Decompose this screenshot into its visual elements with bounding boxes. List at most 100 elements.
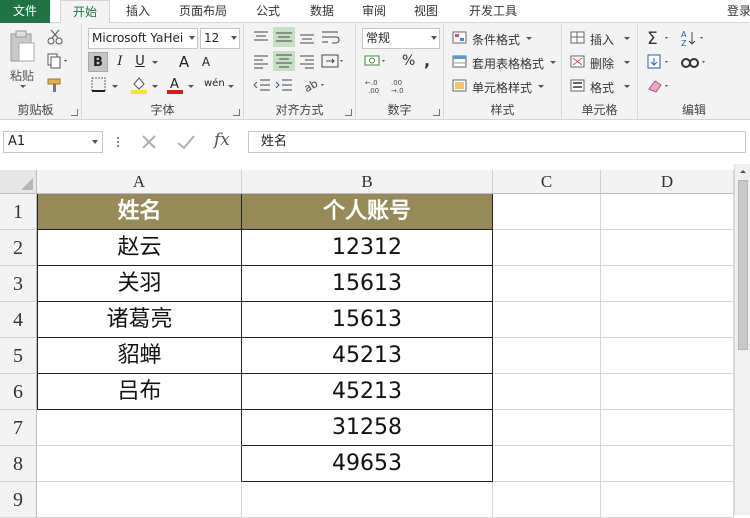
cell-a2[interactable]: 赵云 <box>37 230 242 266</box>
clear-icon[interactable] <box>646 77 674 95</box>
number-format-select[interactable]: 常规 <box>362 28 440 49</box>
cell-c7[interactable] <box>493 410 601 446</box>
paste-dropdown-icon[interactable] <box>20 85 26 88</box>
cell-a5[interactable]: 貂蝉 <box>37 338 242 374</box>
underline-button[interactable]: U <box>130 52 150 72</box>
paste-label[interactable]: 粘贴 <box>10 67 34 84</box>
cell-c3[interactable] <box>493 266 601 302</box>
percent-button[interactable]: % <box>402 53 415 69</box>
name-box[interactable]: A1 <box>3 131 103 153</box>
shrink-font-button[interactable]: A <box>196 52 216 72</box>
format-as-table-button[interactable]: 套用表格格式 <box>472 55 544 72</box>
orientation-icon[interactable]: ab <box>302 76 326 94</box>
find-select-icon[interactable] <box>680 53 710 71</box>
cell-styles-dropdown-icon[interactable] <box>538 85 544 88</box>
format-painter-icon[interactable] <box>46 77 64 93</box>
merge-center-icon[interactable] <box>320 53 344 69</box>
font-name-select[interactable]: Microsoft YaHei <box>88 28 198 49</box>
clipboard-launcher-icon[interactable] <box>71 109 78 116</box>
cell-d2[interactable] <box>601 230 734 266</box>
column-header-b[interactable]: B <box>242 170 493 194</box>
bold-button[interactable]: B <box>88 52 108 72</box>
insert-cells-dropdown-icon[interactable] <box>624 37 630 40</box>
more-options-icon[interactable] <box>114 134 122 150</box>
delete-cells-dropdown-icon[interactable] <box>624 61 630 64</box>
border-dropdown-icon[interactable] <box>112 85 118 88</box>
increase-indent-icon[interactable] <box>274 77 294 93</box>
select-all-button[interactable] <box>0 170 37 194</box>
cell-b1[interactable]: 个人账号 <box>242 194 493 230</box>
decrease-indent-icon[interactable] <box>252 77 272 93</box>
paste-icon[interactable] <box>8 29 38 65</box>
increase-decimal-icon[interactable]: ←.0 .00 <box>364 77 388 95</box>
cell-a1[interactable]: 姓名 <box>37 194 242 230</box>
accounting-format-icon[interactable] <box>364 53 388 69</box>
tab-view[interactable]: 视图 <box>404 0 448 23</box>
fill-icon[interactable] <box>646 53 674 71</box>
font-launcher-icon[interactable] <box>233 109 240 116</box>
autosum-icon[interactable]: Σ <box>646 29 674 47</box>
align-middle-icon[interactable] <box>273 27 295 47</box>
tab-file[interactable]: 文件 <box>0 0 50 23</box>
cell-a7[interactable] <box>37 410 242 446</box>
cell-b5[interactable]: 45213 <box>242 338 493 374</box>
cut-icon[interactable] <box>46 29 64 45</box>
font-color-icon[interactable]: A <box>166 75 184 95</box>
row-header-3[interactable]: 3 <box>0 266 37 302</box>
column-header-d[interactable]: D <box>601 170 734 194</box>
conditional-format-icon[interactable] <box>452 31 468 45</box>
cell-b8[interactable]: 49653 <box>242 446 493 482</box>
cell-b6[interactable]: 45213 <box>242 374 493 410</box>
comma-button[interactable]: , <box>424 51 430 70</box>
format-cells-button[interactable]: 格式 <box>590 79 614 96</box>
font-size-select[interactable]: 12 <box>200 28 240 49</box>
cell-b2[interactable]: 12312 <box>242 230 493 266</box>
tab-data[interactable]: 数据 <box>300 0 344 23</box>
row-header-2[interactable]: 2 <box>0 230 37 266</box>
insert-function-button[interactable]: fx <box>214 130 230 150</box>
row-header-1[interactable]: 1 <box>0 194 37 230</box>
cell-a4[interactable]: 诸葛亮 <box>37 302 242 338</box>
cell-styles-icon[interactable] <box>452 79 468 93</box>
login-link[interactable]: 登录 <box>722 0 750 23</box>
row-header-5[interactable]: 5 <box>0 338 37 374</box>
fill-color-icon[interactable] <box>130 75 148 95</box>
tab-developer[interactable]: 开发工具 <box>458 0 528 23</box>
phonetic-button[interactable]: wén <box>204 74 225 94</box>
cell-d3[interactable] <box>601 266 734 302</box>
cell-c4[interactable] <box>493 302 601 338</box>
phonetic-dropdown-icon[interactable] <box>228 85 234 88</box>
align-bottom-icon[interactable] <box>298 29 316 45</box>
scrollbar-thumb[interactable] <box>738 180 748 350</box>
formula-input[interactable]: 姓名 <box>248 131 746 153</box>
cell-a9[interactable] <box>37 482 242 518</box>
align-top-icon[interactable] <box>252 29 270 45</box>
cell-c9[interactable] <box>493 482 601 518</box>
vertical-scrollbar[interactable] <box>734 164 750 515</box>
alignment-launcher-icon[interactable] <box>345 109 352 116</box>
cell-c8[interactable] <box>493 446 601 482</box>
insert-cells-button[interactable]: 插入 <box>590 31 614 48</box>
cell-b7[interactable]: 31258 <box>242 410 493 446</box>
wrap-text-icon[interactable] <box>320 29 342 45</box>
cell-c5[interactable] <box>493 338 601 374</box>
conditional-format-dropdown-icon[interactable] <box>526 37 532 40</box>
font-color-dropdown-icon[interactable] <box>188 85 194 88</box>
align-right-icon[interactable] <box>298 53 316 69</box>
row-header-4[interactable]: 4 <box>0 302 37 338</box>
scroll-up-icon[interactable] <box>740 170 746 173</box>
fill-color-dropdown-icon[interactable] <box>152 85 158 88</box>
conditional-format-button[interactable]: 条件格式 <box>472 31 520 48</box>
cancel-icon[interactable] <box>140 134 158 150</box>
cell-b9[interactable] <box>242 482 493 518</box>
align-center-icon[interactable] <box>273 51 295 71</box>
cell-c1[interactable] <box>493 194 601 230</box>
cell-d8[interactable] <box>601 446 734 482</box>
cell-a6[interactable]: 吕布 <box>37 374 242 410</box>
delete-cells-button[interactable]: 删除 <box>590 55 614 72</box>
format-as-table-icon[interactable] <box>452 55 468 69</box>
number-launcher-icon[interactable] <box>433 109 440 116</box>
cell-d7[interactable] <box>601 410 734 446</box>
row-header-8[interactable]: 8 <box>0 446 37 482</box>
tab-page-layout[interactable]: 页面布局 <box>172 0 234 23</box>
